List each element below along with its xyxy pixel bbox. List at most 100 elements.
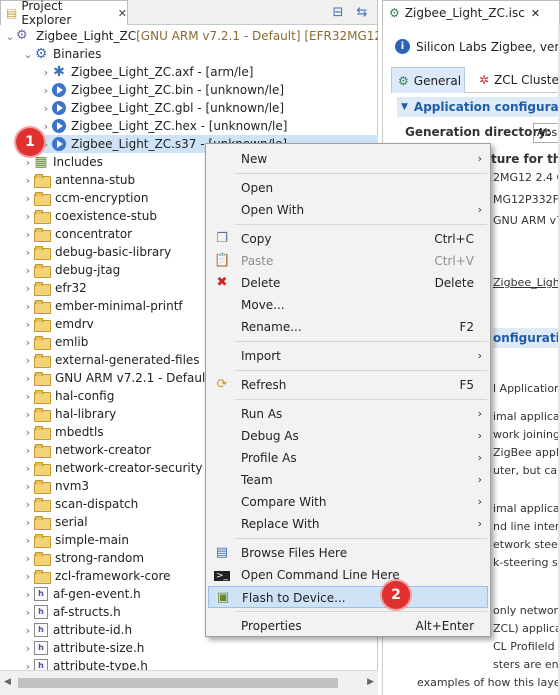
tree-item-project[interactable]: ⌄ ⚙ Zigbee_Light_ZC [GNU ARM v7.2.1 - De… xyxy=(4,27,378,45)
scroll-right-icon[interactable]: ▶ xyxy=(367,677,374,687)
menu-item-copy[interactable]: ❐ Copy Ctrl+C xyxy=(208,228,488,250)
menu-item-profile-as[interactable]: Profile As › xyxy=(208,447,488,469)
close-icon[interactable]: ✕ xyxy=(531,7,540,20)
tree-item-folder[interactable]: › scan-dispatch xyxy=(22,495,138,513)
tree-item-folder[interactable]: › antenna-stub xyxy=(22,171,135,189)
close-icon[interactable]: ✕ xyxy=(118,7,127,20)
tab-editor-isc[interactable]: ⚙ Zigbee_Light_ZC.isc ✕ xyxy=(382,0,560,25)
chevron-right-icon[interactable]: › xyxy=(22,372,34,385)
menu-item-run-as[interactable]: Run As › xyxy=(208,403,488,425)
chevron-right-icon[interactable]: › xyxy=(40,102,52,115)
tree-item-folder[interactable]: › hal-library xyxy=(22,405,116,423)
tree-item-folder[interactable]: › ccm-encryption xyxy=(22,189,148,207)
tree-item-header-file[interactable]: › h attribute-size.h xyxy=(22,639,144,657)
menu-item-open[interactable]: Open xyxy=(208,177,488,199)
chevron-right-icon[interactable]: › xyxy=(40,84,52,97)
tree-item-folder[interactable]: › debug-jtag xyxy=(22,261,120,279)
chevron-right-icon[interactable]: › xyxy=(22,228,34,241)
tree-item-header-file[interactable]: › h af-structs.h xyxy=(22,603,121,621)
chevron-right-icon[interactable]: › xyxy=(22,156,34,169)
tree-item-folder[interactable]: › network-creator xyxy=(22,441,151,459)
tree-item-folder[interactable]: › network-creator-security xyxy=(22,459,203,477)
chevron-right-icon[interactable]: › xyxy=(22,570,34,583)
tree-item-folder[interactable]: › serial xyxy=(22,513,88,531)
collapse-all-icon[interactable]: ⊟ xyxy=(329,3,347,21)
menu-item-import[interactable]: Import › xyxy=(208,345,488,367)
tree-item-binary-file[interactable]: › Zigbee_Light_ZC.hex - [unknown/le] xyxy=(40,117,378,135)
link-editor-icon[interactable]: ⇆ xyxy=(353,3,371,21)
chevron-right-icon[interactable]: › xyxy=(22,300,34,313)
chevron-right-icon[interactable]: › xyxy=(22,336,34,349)
menu-item-team[interactable]: Team › xyxy=(208,469,488,491)
tree-item-binary-file[interactable]: › ✱ Zigbee_Light_ZC.axf - [arm/le] xyxy=(40,63,378,81)
chevron-right-icon[interactable]: › xyxy=(40,120,52,133)
chevron-right-icon[interactable]: › xyxy=(22,318,34,331)
scroll-left-icon[interactable]: ◀ xyxy=(4,677,11,687)
section-application-configuration[interactable]: ▼ Application configuration xyxy=(397,97,560,117)
menu-item-properties[interactable]: Properties Alt+Enter xyxy=(208,615,488,637)
tree-item-folder[interactable]: › zcl-framework-core xyxy=(22,567,171,585)
tree-item-binaries[interactable]: ⌄ ⚙ Binaries xyxy=(22,45,101,63)
tree-item-folder[interactable]: › efr32 xyxy=(22,279,87,297)
menu-item-debug-as[interactable]: Debug As › xyxy=(208,425,488,447)
tree-item-folder[interactable]: › coexistence-stub xyxy=(22,207,157,225)
tree-item-folder[interactable]: › nvm3 xyxy=(22,477,89,495)
menu-item-refresh[interactable]: ⟳ Refresh F5 xyxy=(208,374,488,396)
menu-item-open-with[interactable]: Open With › xyxy=(208,199,488,221)
chevron-right-icon[interactable]: › xyxy=(22,642,34,655)
horizontal-scrollbar[interactable]: ◀ ▶ xyxy=(0,670,378,695)
menu-item-move[interactable]: Move... xyxy=(208,294,488,316)
chevron-down-icon[interactable]: ⌄ xyxy=(4,30,16,43)
generation-dir-field[interactable]: Abso xyxy=(533,123,560,143)
tree-item-binary-file[interactable]: › Zigbee_Light_ZC.bin - [unknown/le] xyxy=(40,81,378,99)
tree-item-binary-file[interactable]: › Zigbee_Light_ZC.gbl - [unknown/le] xyxy=(40,99,378,117)
chevron-right-icon[interactable]: › xyxy=(22,426,34,439)
menu-item-new[interactable]: New › xyxy=(208,148,488,170)
tree-item-folder[interactable]: › emlib xyxy=(22,333,88,351)
chevron-right-icon[interactable]: › xyxy=(22,246,34,259)
section-configuration[interactable]: onfiguration xyxy=(493,328,560,348)
chevron-right-icon[interactable]: › xyxy=(22,606,34,619)
tree-item-folder[interactable]: › simple-main xyxy=(22,531,129,549)
menu-item-replace-with[interactable]: Replace With › xyxy=(208,513,488,535)
menu-item-flash-to-device[interactable]: ▣ Flash to Device... xyxy=(208,586,488,608)
chevron-right-icon[interactable]: › xyxy=(22,264,34,277)
menu-item-rename[interactable]: Rename... F2 xyxy=(208,316,488,338)
menu-item-open-command-line-here[interactable]: >_ Open Command Line Here xyxy=(208,564,488,586)
chevron-right-icon[interactable]: › xyxy=(22,516,34,529)
tree-item-folder[interactable]: › mbedtls xyxy=(22,423,104,441)
menu-item-compare-with[interactable]: Compare With › xyxy=(208,491,488,513)
chevron-right-icon[interactable]: › xyxy=(22,174,34,187)
tree-item-folder[interactable]: › ember-minimal-printf xyxy=(22,297,183,315)
menu-item-browse-files-here[interactable]: ▤ Browse Files Here xyxy=(208,542,488,564)
scrollbar-thumb[interactable] xyxy=(18,678,338,688)
chevron-right-icon[interactable]: › xyxy=(22,660,34,671)
menu-item-delete[interactable]: ✖ Delete Delete xyxy=(208,272,488,294)
tree-item-includes[interactable]: › ▦ Includes xyxy=(22,153,103,171)
chevron-right-icon[interactable]: › xyxy=(22,624,34,637)
chevron-right-icon[interactable]: › xyxy=(22,444,34,457)
chevron-right-icon[interactable]: › xyxy=(22,480,34,493)
tree-item-folder[interactable]: › debug-basic-library xyxy=(22,243,171,261)
chevron-right-icon[interactable]: › xyxy=(22,408,34,421)
tree-item-header-file[interactable]: › h attribute-type.h xyxy=(22,657,148,670)
project-link[interactable]: Zigbee_Light xyxy=(493,276,560,289)
chevron-right-icon[interactable]: › xyxy=(22,192,34,205)
chevron-right-icon[interactable]: › xyxy=(22,390,34,403)
tree-item-header-file[interactable]: › h af-gen-event.h xyxy=(22,585,141,603)
tab-project-explorer[interactable]: ▤ Project Explorer ✕ xyxy=(0,0,128,27)
tree-item-folder[interactable]: › concentrator xyxy=(22,225,132,243)
tab-zcl-clusters[interactable]: ✲ ZCL Cluste xyxy=(473,67,560,93)
chevron-right-icon[interactable]: › xyxy=(22,282,34,295)
chevron-down-icon[interactable]: ⌄ xyxy=(22,48,34,61)
tree-item-header-file[interactable]: › h attribute-id.h xyxy=(22,621,132,639)
tree-item-folder[interactable]: › emdrv xyxy=(22,315,94,333)
chevron-right-icon[interactable]: › xyxy=(40,66,52,79)
chevron-right-icon[interactable]: › xyxy=(22,210,34,223)
chevron-right-icon[interactable]: › xyxy=(22,534,34,547)
tree-item-folder[interactable]: › hal-config xyxy=(22,387,114,405)
tab-general[interactable]: ⚙ General xyxy=(391,67,465,93)
tree-item-folder[interactable]: › strong-random xyxy=(22,549,144,567)
chevron-right-icon[interactable]: › xyxy=(22,588,34,601)
chevron-right-icon[interactable]: › xyxy=(22,462,34,475)
